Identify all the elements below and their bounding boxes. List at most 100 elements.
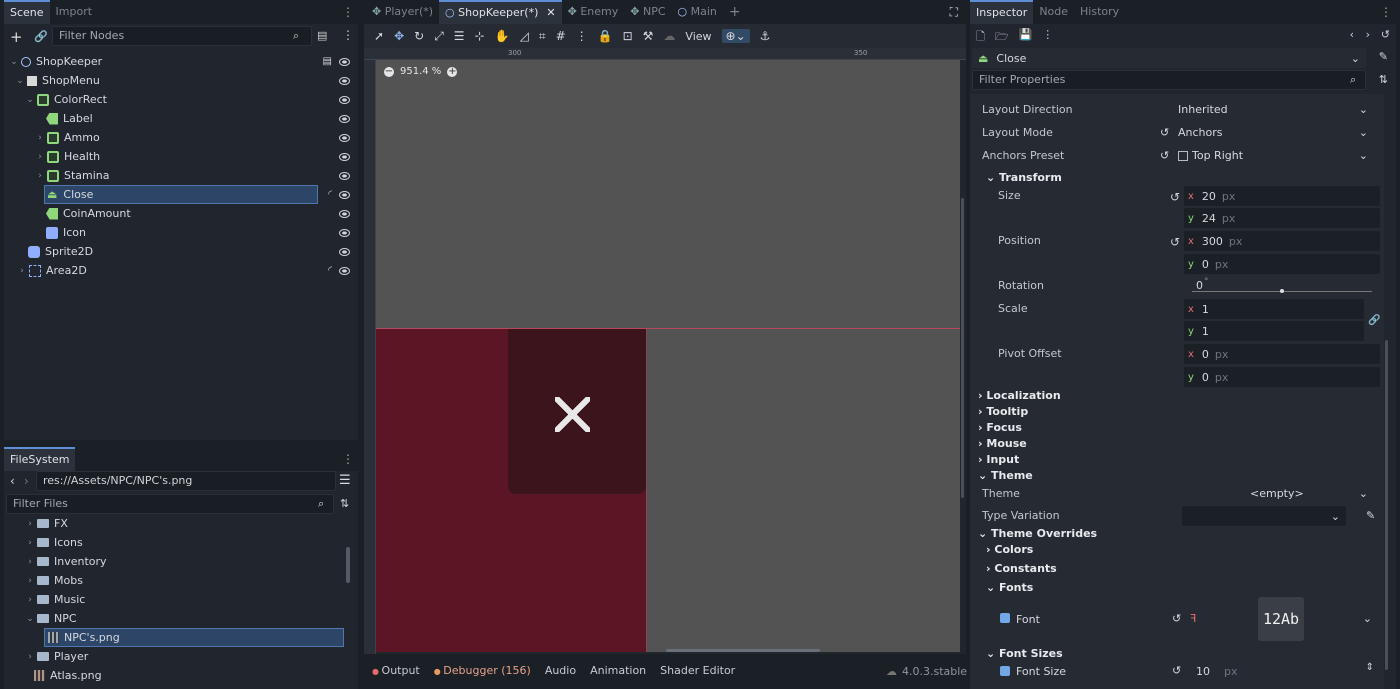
tab-enemy[interactable]: ✥ Enemy xyxy=(562,0,625,24)
chevron-down-icon[interactable]: ⌄ xyxy=(1359,126,1368,139)
visibility-eye-icon[interactable] xyxy=(339,76,350,85)
group-icon[interactable]: ⊡ xyxy=(623,29,633,43)
section-fonts[interactable]: ⌄ Fonts xyxy=(986,581,1033,594)
script-icon[interactable]: ▤ xyxy=(317,29,327,42)
scale-y-field[interactable]: y1 xyxy=(1184,321,1364,341)
chevron-right-icon[interactable]: › xyxy=(36,133,44,143)
filter-files-input[interactable]: Filter Files xyxy=(6,494,334,514)
visibility-eye-icon[interactable] xyxy=(339,171,350,180)
chevron-right-icon[interactable]: › xyxy=(26,538,34,548)
chevron-right-icon[interactable]: › xyxy=(36,152,44,162)
chevron-right-icon[interactable]: › xyxy=(26,576,34,586)
visibility-eye-icon[interactable] xyxy=(339,228,350,237)
size-y-field[interactable]: y 24 px xyxy=(1184,208,1380,228)
tab-inspector[interactable]: Inspector xyxy=(970,0,1034,24)
scale-x-field[interactable]: x1 xyxy=(1184,299,1364,319)
tab-filesystem[interactable]: FileSystem xyxy=(4,447,76,471)
visibility-eye-icon[interactable] xyxy=(339,266,350,275)
chevron-down-icon[interactable]: ⌄ xyxy=(1351,52,1360,65)
tab-debugger[interactable]: ● Debugger (156) xyxy=(434,664,531,677)
forward-arrow-icon[interactable]: › xyxy=(1366,28,1370,41)
chevron-down-icon[interactable]: ⌄ xyxy=(1359,103,1368,116)
folder-player[interactable]: › Player xyxy=(26,647,358,666)
spinner-arrows-icon[interactable]: ⇕ xyxy=(1366,662,1374,673)
bone-icon[interactable]: ⚒ xyxy=(643,29,654,43)
viewport[interactable]: 300 350 − 951.4 % + xyxy=(364,48,966,654)
horizontal-scrollbar[interactable] xyxy=(666,649,820,652)
prop-theme[interactable]: Theme <empty> ⌄ xyxy=(982,484,1374,503)
position-x-field[interactable]: x 300 px xyxy=(1184,231,1380,251)
folder-fx[interactable]: › FX xyxy=(26,514,358,533)
revert-icon[interactable]: ↺ xyxy=(1160,149,1169,162)
section-theme-overrides[interactable]: ⌄ Theme Overrides xyxy=(978,527,1097,540)
section-font-sizes[interactable]: ⌄ Font Sizes xyxy=(986,647,1063,660)
position-y-field[interactable]: y 0 px xyxy=(1184,254,1380,274)
list-view-icon[interactable]: ☰ xyxy=(339,473,351,488)
tab-npc[interactable]: ✥ NPC xyxy=(624,0,671,24)
tree-node-shopmenu[interactable]: ⌄ ShopMenu xyxy=(16,71,358,90)
fullscreen-icon[interactable]: ⛶ xyxy=(950,5,958,20)
tree-node-colorrect[interactable]: ⌄ ColorRect xyxy=(26,90,358,109)
chevron-down-icon[interactable]: ⌄ xyxy=(10,57,18,67)
font-preview[interactable]: 12Ab xyxy=(1258,597,1304,641)
chevron-down-icon[interactable]: ⌄ xyxy=(1359,487,1368,500)
section-colors[interactable]: › Colors xyxy=(986,543,1033,556)
back-arrow-icon[interactable]: ‹ xyxy=(10,474,15,488)
chevron-right-icon[interactable]: › xyxy=(26,519,34,529)
chevron-down-icon[interactable]: ⌄ xyxy=(1331,510,1340,523)
tab-player[interactable]: ✥ Player(*) xyxy=(364,0,439,24)
tree-node-stamina[interactable]: › Stamina xyxy=(36,166,358,185)
tree-node-ammo[interactable]: › Ammo xyxy=(36,128,358,147)
pan-tool-icon[interactable]: ✋ xyxy=(495,29,510,43)
more-icon[interactable]: ⋮ xyxy=(576,29,588,43)
tab-scene[interactable]: Scene xyxy=(4,0,50,24)
visibility-eye-icon[interactable] xyxy=(339,114,350,123)
chevron-down-icon[interactable]: ⌄ xyxy=(26,95,34,105)
pivot-x-field[interactable]: x 0 px xyxy=(1184,344,1380,364)
tree-node-coinamount[interactable]: CoinAmount xyxy=(46,204,358,223)
visibility-eye-icon[interactable] xyxy=(339,209,350,218)
revert-icon[interactable]: ↺ xyxy=(1170,190,1180,204)
tab-import[interactable]: Import xyxy=(50,0,99,24)
link-icon[interactable]: 🔗 xyxy=(34,30,48,43)
visibility-eye-icon[interactable] xyxy=(339,57,350,66)
tree-node-health[interactable]: › Health xyxy=(36,147,358,166)
font-checkbox[interactable] xyxy=(1000,613,1010,623)
rotation-slider[interactable]: 0 ° xyxy=(1184,276,1380,296)
tab-history[interactable]: History xyxy=(1074,0,1125,24)
sort-icon[interactable]: ⇅ xyxy=(340,497,349,510)
section-transform[interactable]: ⌄ Transform xyxy=(986,171,1062,184)
tree-node-label[interactable]: Label xyxy=(46,109,358,128)
move-tool-icon[interactable]: ✥ xyxy=(394,29,404,43)
vertical-scrollbar[interactable] xyxy=(961,198,964,498)
add-tab-icon[interactable]: + xyxy=(723,0,747,24)
file-npcs-png[interactable]: NPC's.png xyxy=(44,628,344,647)
chevron-down-icon[interactable]: ⌄ xyxy=(1359,149,1368,162)
prop-layout-mode[interactable]: Layout Mode ↺ Anchors ⌄ xyxy=(982,123,1374,142)
tab-shader-editor[interactable]: Shader Editor xyxy=(660,664,735,677)
section-theme[interactable]: ⌄ Theme xyxy=(978,469,1033,482)
tab-shopkeeper[interactable]: ○ ShopKeeper(*) ✕ xyxy=(439,0,562,24)
chevron-right-icon[interactable]: › xyxy=(36,171,44,181)
zoom-out-icon[interactable]: − xyxy=(384,66,394,77)
tab-output[interactable]: ● Output xyxy=(372,664,420,677)
tree-node-icon[interactable]: Icon xyxy=(46,223,358,242)
inspector-scrollbar[interactable] xyxy=(1385,340,1388,670)
signal-icon[interactable]: ◜ xyxy=(328,265,332,276)
prop-anchors-preset[interactable]: Anchors Preset ↺ Top Right ⌄ xyxy=(982,146,1374,165)
link-icon[interactable]: 🔗 xyxy=(1368,315,1380,326)
font-size-checkbox[interactable] xyxy=(1000,666,1010,676)
smart-snap-icon[interactable]: ⌗ xyxy=(539,29,546,44)
type-variation-field[interactable]: ⌄ xyxy=(1182,506,1346,526)
tab-audio[interactable]: Audio xyxy=(545,664,576,677)
anchor-icon[interactable]: ⚓ xyxy=(760,29,771,43)
tab-animation[interactable]: Animation xyxy=(590,664,646,677)
tree-node-sprite2d[interactable]: Sprite2D xyxy=(28,242,358,261)
lock-icon[interactable]: 🔒 xyxy=(598,29,613,43)
chevron-right-icon[interactable]: › xyxy=(18,266,26,276)
open-folder-icon[interactable]: 🗁 xyxy=(995,28,1009,44)
tree-node-area2d[interactable]: › Area2D ◜ xyxy=(18,261,358,280)
back-arrow-icon[interactable]: ‹ xyxy=(1350,28,1354,41)
script-icon[interactable]: ▤ xyxy=(323,56,332,67)
visibility-eye-icon[interactable] xyxy=(339,247,350,256)
